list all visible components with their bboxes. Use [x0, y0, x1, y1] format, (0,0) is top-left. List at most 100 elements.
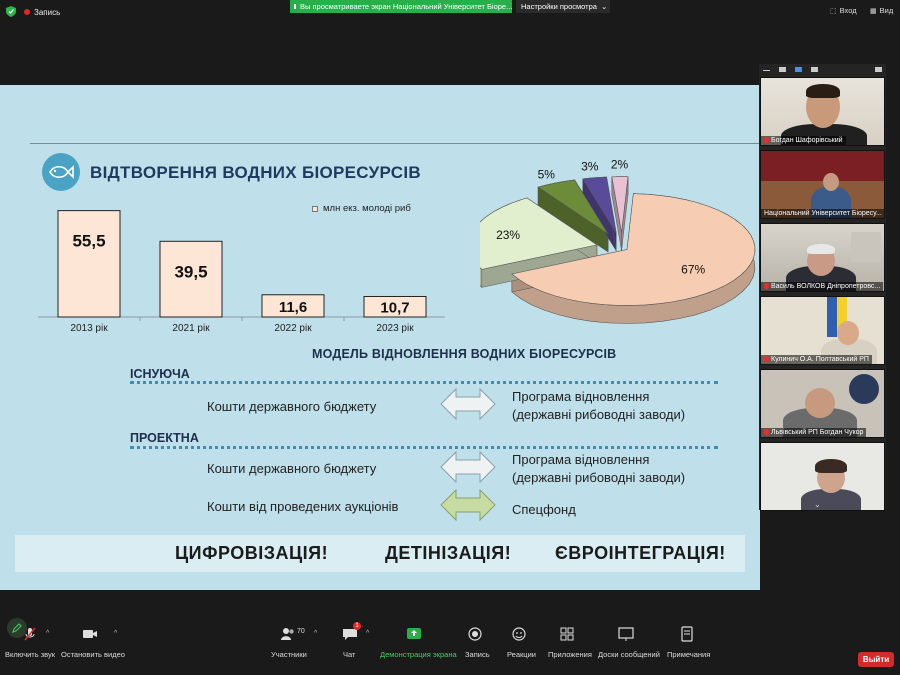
record-dot-icon	[24, 9, 30, 15]
strip-view-icon[interactable]	[795, 67, 802, 72]
row1-dest-line1: Програма відновлення	[512, 389, 650, 404]
record-icon[interactable]	[467, 626, 483, 642]
apps-button[interactable]: Приложения	[548, 650, 592, 659]
bar	[57, 210, 121, 318]
category-label: 2013 рік	[70, 323, 108, 334]
share-screen-button[interactable]: Демонстрация экрана	[380, 650, 457, 659]
mic-off-icon	[764, 283, 769, 289]
notes-button[interactable]: Примечания	[667, 650, 710, 659]
video-camera-icon[interactable]	[82, 626, 98, 642]
double-arrow-icon	[440, 488, 496, 522]
slogan-banner: ЦИФРОВІЗАЦІЯ! ДЕТІНІЗАЦІЯ! ЄВРОІНТЕГРАЦІ…	[15, 535, 745, 572]
leave-button[interactable]: Выйти	[858, 652, 894, 667]
chat-button[interactable]: Чат	[343, 650, 355, 659]
chevron-up-icon[interactable]: ^	[314, 630, 317, 637]
dotted-divider	[130, 381, 718, 384]
top-bar: Запись Вы просматриваете экран Національ…	[0, 0, 900, 24]
grid-view-icon[interactable]	[811, 67, 818, 72]
slogan-digitization: ЦИФРОВІЗАЦІЯ!	[175, 543, 329, 563]
chevron-up-icon[interactable]: ^	[366, 630, 369, 637]
view-options-button[interactable]: Настройки просмотра ⌄	[516, 0, 610, 13]
bar-chart: 55,5 2013 рік 39,5 2021 рік 11,6 2022 рік 10,7…	[38, 210, 445, 334]
row2-dest-line2: (державні рибоводні заводи)	[512, 470, 686, 485]
view-options-label: Настройки просмотра	[521, 2, 597, 11]
participant-tile[interactable]: Національний Університет Біоресу...	[760, 150, 885, 219]
participant-face	[823, 173, 839, 191]
exit-label: Вход	[839, 6, 857, 15]
participant-face	[805, 388, 835, 418]
reactions-icon[interactable]	[511, 626, 527, 642]
pie-slice-label: 3%	[581, 160, 599, 174]
chat-badge: 1	[353, 622, 361, 630]
row1-destination: Програма відновлення (державні рибоводні…	[512, 388, 685, 424]
bar-value-label: 11,6	[279, 299, 307, 316]
participants-button[interactable]: Участники	[271, 650, 307, 659]
reactions-button[interactable]: Реакции	[507, 650, 536, 659]
gear-icon: ⬚	[830, 7, 837, 15]
unmute-button[interactable]: Включить звук	[5, 650, 55, 659]
participant-name: Василь ВОЛКОВ Дніпропетровс...	[761, 282, 884, 291]
participants-video-panel: Богдан Шафорівський Національний Універс…	[759, 64, 886, 511]
pie-slice-label: 2%	[611, 157, 629, 171]
recording-indicator[interactable]: Запись	[24, 6, 60, 18]
row3-destination: Спецфонд	[512, 502, 576, 517]
dotted-divider	[130, 446, 718, 449]
mic-muted-icon[interactable]	[22, 626, 38, 642]
pie-chart: 67% 23% 5% 3% 2%	[480, 157, 756, 324]
row1-dest-line2: (державні рибоводні заводи)	[512, 407, 686, 422]
project-label: ПРОЕКТНА	[130, 431, 199, 445]
share-screen-icon[interactable]	[406, 626, 422, 642]
row2-source: Кошти державного бюджету	[207, 461, 377, 476]
participants-count: 70	[297, 628, 305, 635]
chevron-up-icon[interactable]: ^	[114, 630, 117, 637]
participant-tile[interactable]: Василь ВОЛКОВ Дніпропетровс...	[760, 223, 885, 292]
double-arrow-icon	[440, 450, 496, 484]
participants-icon[interactable]	[280, 626, 296, 642]
view-button[interactable]: ▦ Вид	[870, 6, 893, 15]
slogan-eurointegration: ЄВРОІНТЕГРАЦІЯ!	[555, 543, 726, 563]
participant-tile[interactable]	[760, 442, 885, 511]
category-label: 2022 рік	[274, 323, 312, 334]
mic-off-icon	[764, 429, 769, 435]
exit-fullscreen-button[interactable]: ⬚ Вход	[830, 6, 857, 15]
scroll-down-icon[interactable]: ⌄	[814, 500, 821, 509]
apps-icon[interactable]	[559, 626, 575, 642]
participant-hair	[806, 84, 840, 98]
mic-off-icon	[764, 137, 769, 143]
participant-name: Національний Університет Біоресу...	[761, 209, 884, 218]
notes-icon[interactable]	[679, 626, 695, 642]
participant-tile[interactable]: Кулинич О.А. Полтавський РП	[760, 296, 885, 365]
existing-label: ІСНУЮЧА	[130, 367, 190, 381]
bar-value-label: 39,5	[174, 262, 207, 281]
row2-dest-line1: Програма відновлення	[512, 452, 650, 467]
whiteboards-button[interactable]: Доски сообщений	[598, 650, 660, 659]
single-view-icon[interactable]	[779, 67, 786, 72]
share-banner[interactable]: Вы просматриваете экран Національний Уні…	[290, 0, 512, 13]
grid-icon: ▦	[870, 7, 877, 15]
screen-icon	[294, 4, 296, 9]
meeting-toolbar: ^ Включить звук ^ Остановить видео 70 ^ …	[0, 618, 900, 675]
participant-face	[837, 321, 859, 345]
view-label: Вид	[879, 6, 894, 15]
slide-divider	[30, 143, 760, 144]
panel-header	[759, 64, 886, 76]
row3-source: Кошти від проведених аукціонів	[207, 499, 399, 514]
bar-value-label: 55,5	[72, 232, 105, 251]
chevron-up-icon[interactable]: ^	[46, 630, 49, 637]
shield-icon[interactable]	[6, 6, 16, 17]
minimize-icon[interactable]	[763, 70, 770, 71]
emblem-icon	[849, 374, 879, 404]
zoom-window: Запись Вы просматриваете экран Національ…	[0, 0, 900, 675]
pop-out-icon[interactable]	[875, 67, 882, 72]
slogan-deshadowing: ДЕТІНІЗАЦІЯ!	[385, 543, 512, 563]
model-title: МОДЕЛЬ ВІДНОВЛЕННЯ ВОДНИХ БІОРЕСУРСІВ	[312, 347, 617, 361]
participant-tile[interactable]: Богдан Шафорівський	[760, 77, 885, 146]
record-button[interactable]: Запись	[465, 650, 490, 659]
share-banner-text: Вы просматриваете экран Національний Уні…	[300, 2, 512, 11]
participant-tile[interactable]: Львівський РП Богдан Чукор	[760, 369, 885, 438]
whiteboard-icon[interactable]	[618, 626, 634, 642]
row1-source: Кошти державного бюджету	[207, 399, 377, 414]
stop-video-button[interactable]: Остановить видео	[61, 650, 125, 659]
participant-hair	[807, 244, 835, 254]
category-label: 2023 рік	[376, 323, 414, 334]
